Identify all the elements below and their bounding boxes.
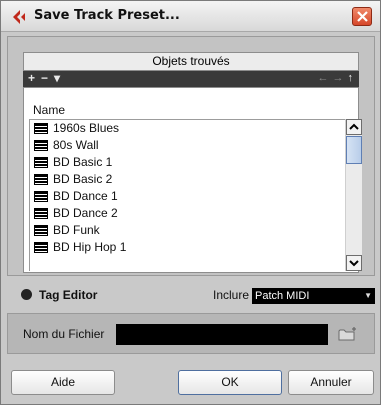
tag-editor-row: Tag Editor Inclure Patch MIDI ▼ [1,284,380,306]
list-item-label: 80s Wall [53,138,99,152]
list-item-label: 1960s Blues [53,121,120,135]
preset-file-icon [34,174,48,185]
ok-button[interactable]: OK [178,370,282,395]
list-item-label: BD Basic 1 [53,155,113,169]
dropdown-arrow-icon: ▼ [364,291,372,300]
preset-file-icon [34,225,48,236]
list-item-label: BD Basic 2 [53,172,113,186]
list-item[interactable]: BD Funk [30,222,345,239]
preset-list[interactable]: 1960s Blues 80s Wall BD Basic 1 BD Basic… [29,119,345,271]
list-item[interactable]: BD Basic 2 [30,171,345,188]
include-select[interactable]: Patch MIDI ▼ [252,288,375,304]
add-folder-button[interactable]: + [28,71,35,85]
preset-file-icon [34,123,48,134]
list-item[interactable]: 1960s Blues [30,120,345,137]
list-item[interactable]: BD Basic 1 [30,154,345,171]
list-item-label: BD Dance 1 [53,189,118,203]
folder-add-icon[interactable] [338,326,358,342]
remove-folder-button[interactable]: − [41,71,48,85]
column-header-name[interactable]: Name [33,102,333,118]
list-item-label: BD Funk [53,223,100,237]
forward-arrow-icon[interactable]: → [333,72,344,84]
folder-menu-button[interactable]: ▾ [54,71,60,85]
window-title: Save Track Preset... [34,8,180,23]
tag-editor-toggle-icon[interactable] [21,289,32,300]
filename-input[interactable] [116,324,328,345]
tag-editor-label[interactable]: Tag Editor [39,288,97,302]
chevron-up-icon [349,123,359,130]
list-item[interactable]: BD Dance 1 [30,188,345,205]
list-item-label: BD Hip Hop 1 [53,240,127,254]
preset-file-icon [34,140,48,151]
save-track-preset-dialog: Save Track Preset... Objets trouvés + − ▾ … [0,0,381,405]
close-button[interactable] [352,7,372,26]
include-select-value: Patch MIDI [255,290,310,302]
folder-toolbar: + − ▾ ← → ↑ [23,71,359,87]
list-item-label: BD Dance 2 [53,206,118,220]
include-label: Inclure [213,288,250,302]
back-arrow-icon[interactable]: ← [318,72,329,84]
cubase-logo-icon [13,10,25,24]
chevron-down-icon [349,260,359,267]
scroll-up-button[interactable] [346,119,362,135]
preset-file-icon [34,157,48,168]
list-scrollbar[interactable] [345,119,362,271]
scroll-thumb[interactable] [346,136,362,164]
list-item[interactable]: BD Dance 2 [30,205,345,222]
filename-label: Nom du Fichier [23,327,105,341]
scroll-down-button[interactable] [346,255,362,271]
results-header: Objets trouvés [23,52,359,71]
preset-file-icon [34,208,48,219]
help-button[interactable]: Aide [11,370,115,395]
list-item[interactable]: BD Hip Hop 1 [30,239,345,256]
title-bar[interactable]: Save Track Preset... [1,1,380,32]
close-icon [357,11,368,22]
preset-file-icon [34,242,48,253]
cancel-button[interactable]: Annuler [288,370,374,395]
list-item[interactable]: 80s Wall [30,137,345,154]
up-arrow-icon[interactable]: ↑ [348,72,354,84]
preset-file-icon [34,191,48,202]
